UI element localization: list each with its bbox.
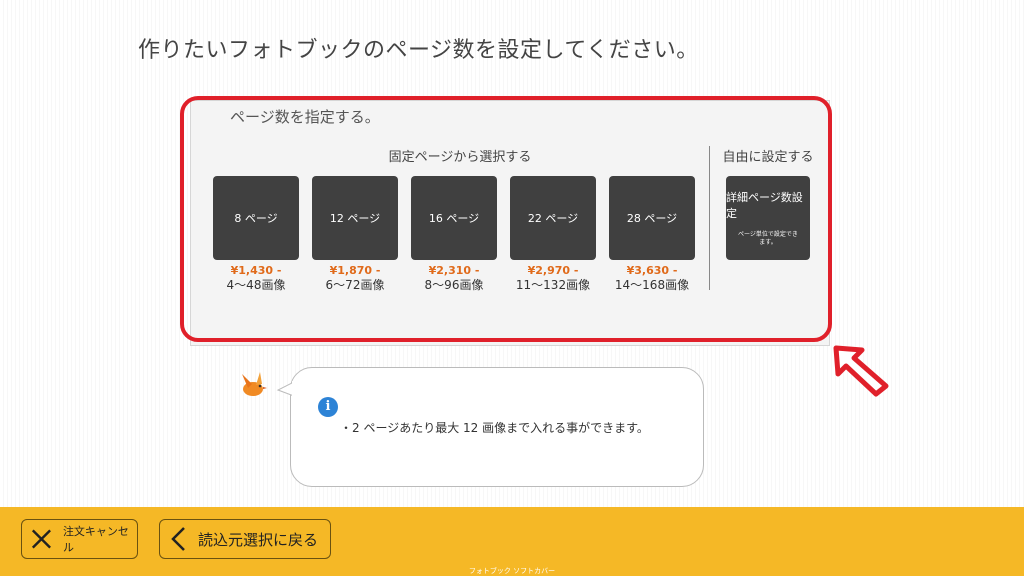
detail-button-title: 詳細ページ数設定 [726,191,803,220]
back-to-source-label: 読込元選択に戻る [198,530,319,549]
page-option-22[interactable]: 22 ページ [510,176,596,260]
page-option-16[interactable]: 16 ページ [411,176,497,260]
page-option-images: 6～72画像 [325,278,385,292]
page-option-label: 12 ページ [329,212,381,225]
page-option-label: 22 ページ [527,212,579,225]
info-text: ・2 ページあたり最大 12 画像まで入れる事ができます。 [340,421,649,435]
page-option-label: 16 ページ [428,212,480,225]
page-title: 作りたいフォトブックのページ数を設定してください。 [138,38,699,63]
cancel-order-button[interactable]: 注文キャンセル [21,519,138,559]
page-option-images: 14～168画像 [614,278,690,292]
free-setting-label: 自由に設定する [722,150,814,165]
bird-mascot-icon [242,372,267,396]
page-option-images: 11～132画像 [515,278,591,292]
panel-divider [709,146,710,290]
arrow-pointer-icon [833,345,889,397]
fixed-pages-label: 固定ページから選択する [388,150,532,165]
page-option-images: 4～48画像 [226,278,286,292]
detail-button-subtitle: ページ単位で設定できます。 [738,231,798,246]
info-icon: i [318,397,338,417]
bubble-tail [276,381,294,397]
page-option-label: 28 ページ [626,212,678,225]
page-option-8[interactable]: 8 ページ [213,176,299,260]
panel-heading: ページ数を指定する。 [230,108,380,126]
page-option-images: 8～96画像 [424,278,484,292]
page-option-label: 8 ページ [234,212,278,225]
page-option-28[interactable]: 28 ページ [609,176,695,260]
cancel-order-label: 注文キャンセル [62,525,129,554]
detail-page-setting-button[interactable]: 詳細ページ数設定 ページ単位で設定できます。 [726,176,810,260]
back-to-source-button[interactable]: 読込元選択に戻る [159,519,331,559]
chevron-left-icon [171,527,185,551]
close-icon [31,529,51,549]
page-option-12[interactable]: 12 ページ [312,176,398,260]
footer-caption: フォトブック ソフトカバー [468,567,556,575]
